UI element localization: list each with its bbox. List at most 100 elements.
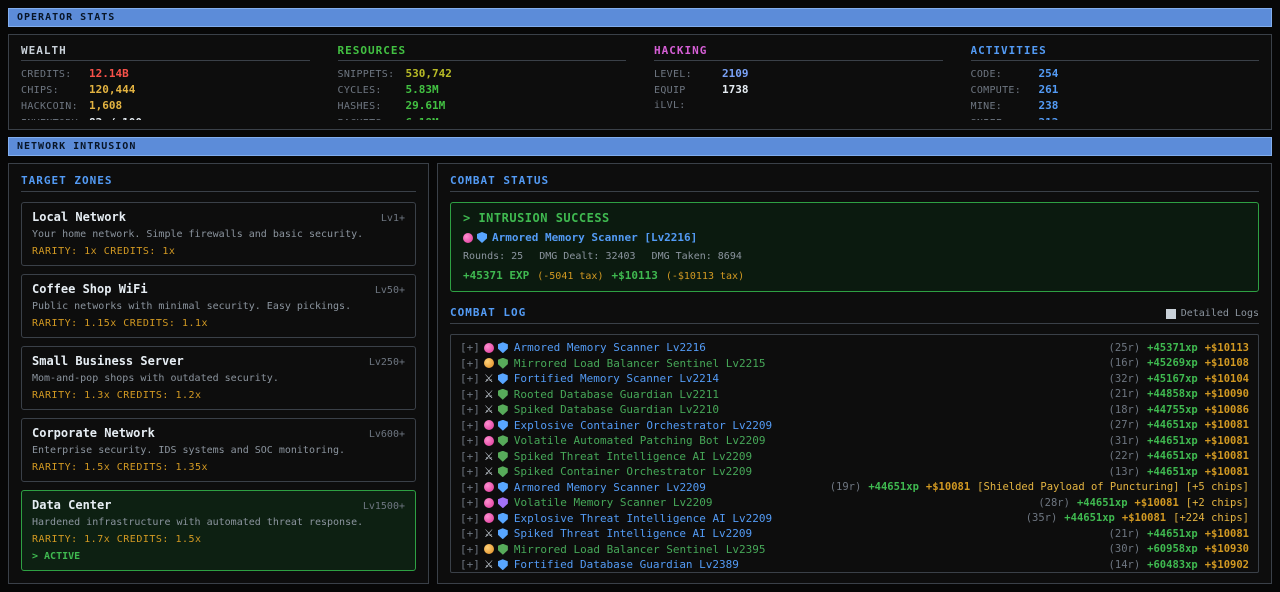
zone-card-small-business-server[interactable]: Small Business ServerLv250+Mom-and-pop s… [21,346,416,410]
stat-label: COMPUTE: [971,83,1039,98]
log-xp: +45269xp [1147,357,1198,369]
stat-label: SNIPPETS: [338,67,406,82]
log-row-left: [+]⚔Fortified Memory Scanner Lv2214 [460,372,719,385]
zone-title-row: Small Business ServerLv250+ [32,354,405,368]
orb-icon [484,498,494,508]
combat-status-header: COMBAT STATUS [450,174,1259,192]
swords-icon: ⚔ [484,389,494,400]
log-money: +$10086 [1205,404,1249,416]
stat-label: EQUIP iLVL: [654,83,722,113]
swords-icon: ⚔ [484,451,494,462]
swords-icon: ⚔ [484,404,494,415]
zone-rarity: RARITY: 1.7x CREDITS: 1.5x [32,534,405,545]
combat-log-header-row: COMBAT LOG Detailed Logs [450,306,1259,324]
log-prefix: [+] [460,496,480,509]
log-enemy-name: Fortified Memory Scanner Lv2214 [514,372,719,385]
zone-list: Local NetworkLv1+Your home network. Simp… [21,202,416,573]
log-prefix: [+] [460,419,480,432]
zone-card-data-center[interactable]: Data CenterLv1500+Hardened infrastructur… [21,490,416,571]
log-rounds: (27r) [1109,419,1141,431]
combat-log-header: COMBAT LOG [450,306,526,319]
log-money: +$10081 [1135,497,1179,509]
zone-card-corporate-network[interactable]: Corporate NetworkLv600+Enterprise securi… [21,418,416,482]
log-row-left: [+]⚔Spiked Database Guardian Lv2210 [460,403,719,416]
log-enemy-name: Volatile Automated Patching Bot Lv2209 [514,434,766,447]
log-drop-extra: [+224 chips] [1173,512,1249,524]
log-enemy-name: Mirrored Load Balancer Sentinel Lv2215 [514,357,766,370]
log-row-left: [+]⚔Spiked Container Orchestrator Lv2209 [460,465,752,478]
log-xp: +44651xp [1147,450,1198,462]
stat-row: PACKETS:6.18M [338,115,627,120]
zone-level-badge: Lv50+ [375,285,405,296]
target-zones-header: TARGET ZONES [21,174,416,192]
rounds-stat: Rounds: 25 [463,251,523,262]
log-money: +$10902 [1205,559,1249,571]
log-row: [+] Mirrored Load Balancer Sentinel Lv221… [460,356,1249,372]
stat-row: CYCLES:5.83M [338,82,627,98]
log-money: +$10104 [1205,373,1249,385]
log-rounds: (21r) [1109,528,1141,540]
log-rounds: (28r) [1038,497,1070,509]
log-row: [+]⚔Spiked Database Guardian Lv2210 (18r)… [460,402,1249,418]
log-enemy-name: Rooted Database Guardian Lv2211 [514,388,719,401]
log-row-rewards: (25r)+45371xp+$10113 [1109,342,1249,354]
log-prefix: [+] [460,450,480,463]
log-rounds: (31r) [1109,435,1141,447]
log-money: +$10090 [1205,388,1249,400]
detailed-logs-checkbox[interactable] [1166,309,1176,319]
zone-rarity: RARITY: 1.3x CREDITS: 1.2x [32,390,405,401]
zone-level-badge: Lv1+ [381,213,405,224]
zone-name: Corporate Network [32,426,155,440]
stat-value: 1738 [722,82,749,97]
log-rounds: (35r) [1026,512,1058,524]
stat-value: 5.83M [406,82,439,97]
stat-row: SNIPPETS:530,742 [338,66,627,82]
log-rounds: (18r) [1109,404,1141,416]
shield-icon [498,466,508,477]
combat-log-box[interactable]: [+]Armored Memory Scanner Lv2216(25r)+45… [450,334,1259,573]
log-row: [+]Volatile Automated Patching Bot Lv220… [460,433,1249,449]
log-money: +$10081 [1205,419,1249,431]
log-money: +$10113 [1205,342,1249,354]
zone-rarity: RARITY: 1.5x CREDITS: 1.35x [32,462,405,473]
operator-stats-title: OPERATOR STATS [17,12,115,23]
detailed-logs-toggle[interactable]: Detailed Logs [1166,308,1259,319]
stat-value: 261 [1039,82,1059,97]
stat-label: SNIFF: [971,116,1039,120]
zone-card-coffee-shop-wifi[interactable]: Coffee Shop WiFiLv50+Public networks wit… [21,274,416,338]
zone-title-row: Coffee Shop WiFiLv50+ [32,282,405,296]
orb-icon [484,343,494,353]
log-row-left: [+]Armored Memory Scanner Lv2216 [460,341,706,354]
network-intrusion-section: TARGET ZONES Local NetworkLv1+Your home … [8,163,1272,584]
log-enemy-name: Volatile Memory Scanner Lv2209 [514,496,713,509]
stat-label: MINE: [971,99,1039,114]
log-row: [+]Explosive Threat Intelligence AI Lv22… [460,511,1249,527]
stat-value: 212 [1039,115,1059,120]
stat-value: 29.61M [406,98,446,113]
log-rounds: (19r) [830,481,862,493]
combat-panel: COMBAT STATUS > INTRUSION SUCCESS Armore… [437,163,1272,584]
zone-card-local-network[interactable]: Local NetworkLv1+Your home network. Simp… [21,202,416,266]
log-money: +$10108 [1205,357,1249,369]
stats-grid: WEALTHCREDITS:12.14BCHIPS:120,444HACKCOI… [21,44,1259,120]
zone-level-badge: Lv1500+ [363,501,405,512]
log-money: +$10081 [1205,466,1249,478]
log-xp: +60483xp [1147,559,1198,571]
log-rounds: (16r) [1109,357,1141,369]
log-xp: +45167xp [1147,373,1198,385]
log-row: [+]⚔Spiked Container Orchestrator Lv2209… [460,464,1249,480]
log-row-rewards: (14r)+60483xp+$10902 [1109,559,1249,571]
enemy-icons [463,232,487,243]
shield-icon [498,482,508,493]
log-xp: +44651xp [1064,512,1115,524]
log-row-rewards: (31r)+44651xp+$10081 [1109,435,1249,447]
coin-icon [484,544,494,554]
operator-stats-panel: WEALTHCREDITS:12.14BCHIPS:120,444HACKCOI… [8,34,1272,130]
log-prefix: [+] [460,388,480,401]
stat-row: EQUIP iLVL:1738 [654,82,943,113]
log-rounds: (25r) [1109,342,1141,354]
log-drop-extra: [Shielded Payload of Puncturing] [+5 chi… [977,481,1249,493]
log-row: [+]⚔Fortified Database Guardian Lv2389(1… [460,557,1249,573]
log-prefix: [+] [460,357,480,370]
enemy-name: Armored Memory Scanner [Lv2216] [492,231,697,244]
